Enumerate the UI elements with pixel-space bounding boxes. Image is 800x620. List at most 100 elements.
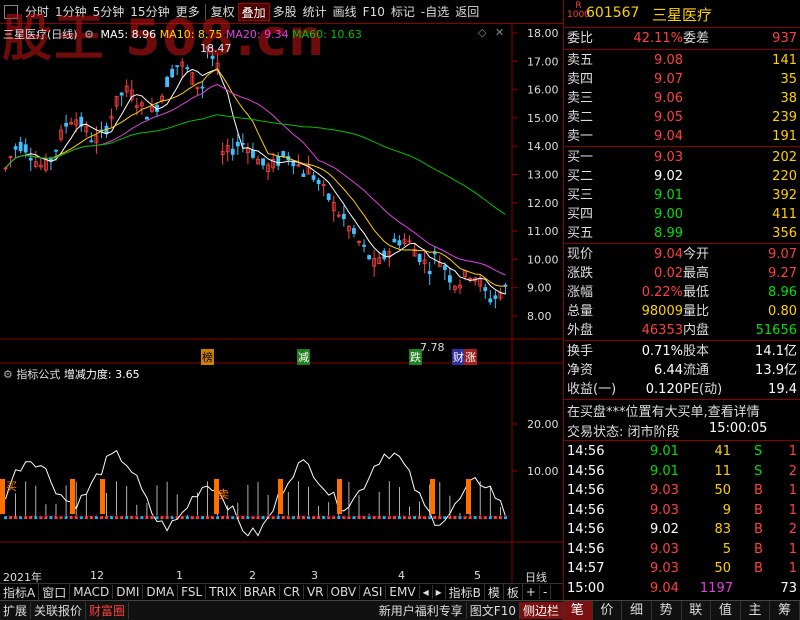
bid-row[interactable]: 买五 8.99 356 [564,224,800,243]
event-tag-jian[interactable]: 减 [297,349,310,365]
ask-price: 9.06 [654,91,683,106]
tab-macd[interactable]: MACD [70,585,114,599]
tick-direction: B [754,522,763,537]
candle-body [291,161,296,167]
tab-dmi[interactable]: DMI [113,585,144,599]
sidebar-button[interactable]: 侧边栏 [519,602,563,619]
stat-value: 9.27 [768,266,797,281]
ask-price: 9.04 [654,129,683,144]
ask-row[interactable]: 卖五 9.08 141 [564,51,800,70]
tab-obv[interactable]: OBV [328,585,361,599]
back-button[interactable]: 返回 [452,3,482,21]
tab-trix[interactable]: TRIX [206,585,241,599]
tab-vr[interactable]: VR [304,585,328,599]
bid-row[interactable]: 买四 9.00 411 [564,205,800,224]
tab-indicator-a[interactable]: 指标A [0,583,40,601]
tab-cr[interactable]: CR [280,585,304,599]
stat-label: 现价 [567,247,594,262]
bid-row[interactable]: 买三 9.01 392 [564,186,800,205]
candle-body [493,295,498,299]
bid-price: 8.99 [654,226,683,241]
ask-volume: 38 [780,91,797,106]
tab-chou[interactable]: 筹 [770,601,800,620]
settings-icon[interactable]: ⚙ [84,28,94,41]
tab-template[interactable]: 模 [485,583,504,601]
close-icon[interactable]: ✕ [495,26,504,39]
wealth-circle-button[interactable]: 财富圈 [86,602,130,619]
scroll-left-icon[interactable]: ◂ [420,585,433,599]
big-order-notice[interactable]: 在买盘***位置有大买单,查看详情 [567,401,760,420]
tab-indicator-b[interactable]: 指标B [446,583,485,601]
diamond-icon[interactable]: ◇ [478,26,486,39]
price-tick-label: 16.00 [527,84,559,97]
weicha-label: 委差 [683,31,710,46]
candle-body [326,193,331,200]
biaoji-button[interactable]: 标记 [388,3,418,21]
tab-window[interactable]: 窗口 [39,583,71,601]
weibi-label: 委比 [567,31,594,46]
tab-fsl[interactable]: FSL [178,585,207,599]
new-user-link[interactable]: 新用户福利专享 [376,602,467,619]
tab-dma[interactable]: DMA [143,585,179,599]
tick-row: 14:56 9.01 41 S 1 [564,442,800,462]
candle-body [13,146,18,150]
ask-row[interactable]: 卖一 9.04 191 [564,127,800,146]
tab-brar[interactable]: BRAR [241,585,281,599]
candle-body [352,228,356,234]
bid-row[interactable]: 买二 9.02 220 [564,167,800,186]
zoom-in-button[interactable]: + [523,585,540,599]
ma20-label: MA20: 9.34 [225,28,289,41]
stat-label: 最低 [683,285,710,300]
tick-price: 9.03 [650,561,679,576]
event-tag-die[interactable]: 跌 [409,349,422,365]
event-tag-bang[interactable]: 榜 [201,349,214,365]
price-tick-label: 11.00 [527,225,559,238]
bid-row[interactable]: 买一 9.03 202 [564,148,800,167]
tab-jia[interactable]: 价 [593,601,623,620]
zoom-out-button[interactable]: - [540,585,552,599]
trade-time: 15:00:05 [709,421,768,436]
tab-zhu[interactable]: 主 [741,601,771,620]
tab-asi[interactable]: ASI [360,585,387,599]
ask-row[interactable]: 卖二 9.05 239 [564,108,800,127]
candle-body [316,179,321,185]
bid-volume: 392 [772,188,797,203]
related-quote-button[interactable]: 关联报价 [31,602,87,619]
time-axis-label: 2 [249,569,256,582]
bid-price: 9.03 [654,150,683,165]
stat-value: 51656 [755,323,797,338]
ask-volume: 239 [772,110,797,125]
kline-chart[interactable]: 18.0017.0016.0015.0014.0013.0012.0011.00… [0,24,563,597]
tab-board[interactable]: 板 [504,583,523,601]
tab-zhi[interactable]: 值 [711,601,741,620]
scroll-right-icon[interactable]: ▸ [433,585,446,599]
stat-value: 14.1亿 [755,344,797,359]
tab-shi[interactable]: 势 [652,601,682,620]
tick-time: 14:56 [567,463,605,479]
tick-time: 14:57 [567,561,605,576]
tab-bi[interactable]: 笔 [563,601,593,620]
expand-button[interactable]: 扩展 [0,602,32,619]
tab-xi[interactable]: 细 [622,601,652,620]
stat-value: 46353 [641,323,683,338]
bid-volume: 411 [772,207,797,222]
indicator-name[interactable]: 指标公式 [16,368,60,381]
indicator-settings-icon[interactable]: ⚙ [3,368,13,381]
weibi-row: 委比 42.11% 委差 937 [564,29,800,48]
huaxian-button[interactable]: 画线 [330,3,360,21]
tab-emv[interactable]: EMV [386,585,420,599]
indicator-signal-bar [0,479,5,514]
stat-label: 净资 [567,363,594,378]
stat-value: 0.22% [641,285,683,300]
ask-row[interactable]: 卖四 9.07 35 [564,70,800,89]
indicator-signal-bar [466,479,471,514]
zixuan-button[interactable]: -自选 [418,3,452,21]
price-tick-label: 13.00 [527,169,559,182]
event-tag-zhang[interactable]: 涨 [464,349,477,365]
ask-row[interactable]: 卖三 9.06 38 [564,89,800,108]
bid-volume: 202 [772,150,797,165]
f10-link[interactable]: 图文F10 [467,602,520,619]
f10-button[interactable]: F10 [360,3,388,21]
tick-row: 14:56 9.03 9 B 1 [564,501,800,521]
tab-lian[interactable]: 联 [682,601,712,620]
